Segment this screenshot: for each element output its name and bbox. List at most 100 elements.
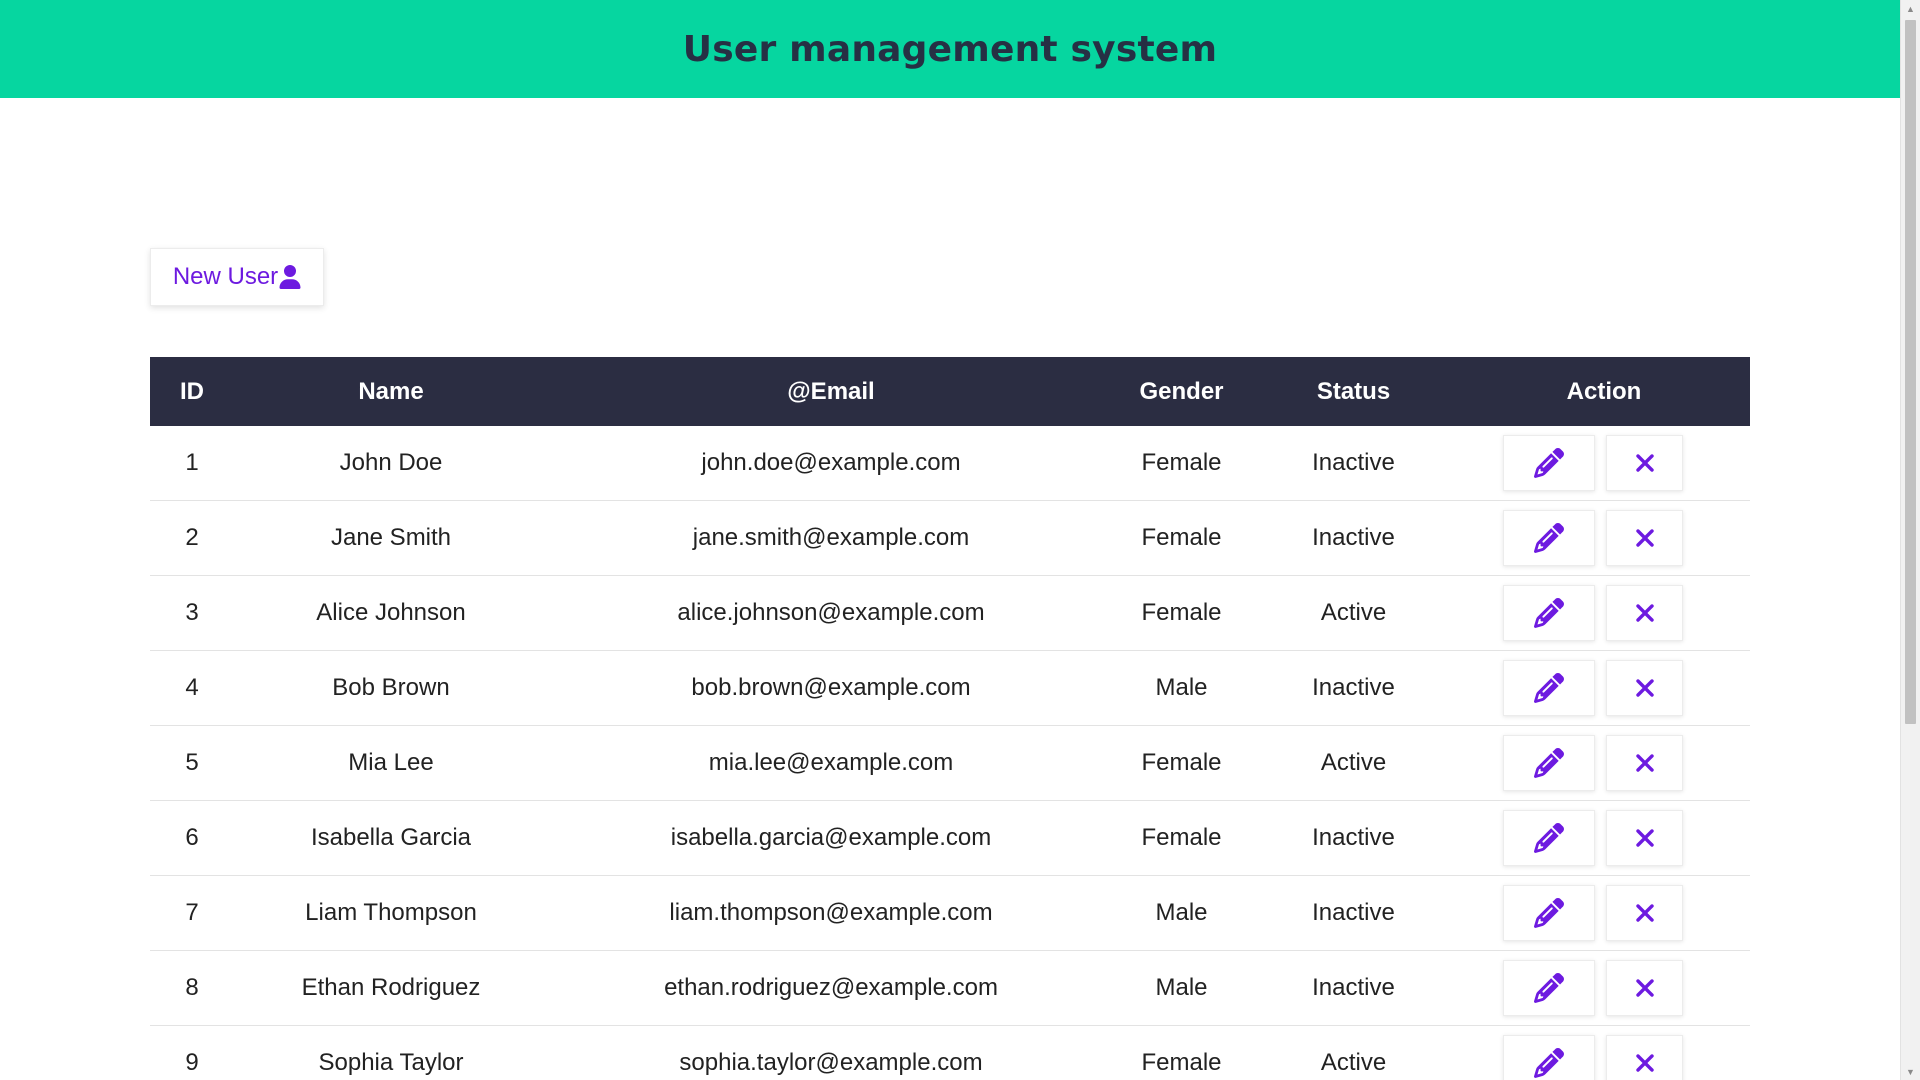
column-header-name: Name [358,377,424,405]
cell-action [1458,875,1750,951]
table-row: 4 Bob Brown bob.brown@example.com Male Inact… [150,650,1750,726]
table-row: 2 Jane Smith jane.smith@example.com Female I… [150,500,1750,576]
table-row: 9 Sophia Taylor sophia.taylor@example.com F… [150,1025,1750,1080]
vertical-scrollbar[interactable]: ▲ ▼ [1900,0,1920,1080]
cell-id: 5 [150,725,234,801]
edit-user-button[interactable] [1503,510,1595,566]
cell-id: 4 [150,650,234,726]
cell-gender: Female [1114,800,1249,876]
cell-id: 9 [150,1025,234,1080]
cell-gender: Female [1114,426,1249,501]
table-row: 6 Isabella Garcia isabella.garcia@example.… [150,800,1750,876]
cell-status: Inactive [1249,950,1458,1026]
row-actions [1458,960,1750,1016]
cell-action [1458,426,1750,501]
delete-user-button[interactable] [1606,810,1683,866]
close-icon [1635,904,1654,922]
table-row: 8 Ethan Rodriguez ethan.rodriguez@example.… [150,950,1750,1026]
cell-name: Ethan Rodriguez [234,950,548,1026]
cell-status: Inactive [1249,875,1458,951]
scroll-down-arrow-icon[interactable]: ▼ [1901,1063,1920,1080]
table-row: 3 Alice Johnson alice.johnson@example.com F… [150,575,1750,651]
cell-gender: Female [1114,500,1249,576]
delete-user-button[interactable] [1606,960,1683,1016]
cell-email: sophia.taylor@example.com [548,1025,1114,1080]
table-row: 1 John Doe john.doe@example.com Female Inact… [150,426,1750,501]
close-icon [1635,529,1654,547]
pencil-icon [1534,448,1564,478]
cell-name: Liam Thompson [234,875,548,951]
close-icon [1635,829,1654,847]
delete-user-button[interactable] [1606,510,1683,566]
scrollbar-thumb[interactable] [1905,20,1916,724]
cell-id: 7 [150,875,234,951]
new-user-button[interactable]: New User [150,248,324,306]
pencil-icon [1534,598,1564,628]
table-row: 7 Liam Thompson liam.thompson@example.com M… [150,875,1750,951]
cell-action [1458,1025,1750,1080]
user-icon [279,265,301,289]
cell-action [1458,725,1750,801]
cell-name: Alice Johnson [234,575,548,651]
pencil-icon [1534,823,1564,853]
cell-email: liam.thompson@example.com [548,875,1114,951]
edit-user-button[interactable] [1503,585,1595,641]
close-icon [1635,454,1654,472]
delete-user-button[interactable] [1606,435,1683,491]
cell-email: bob.brown@example.com [548,650,1114,726]
delete-user-button[interactable] [1606,735,1683,791]
close-icon [1635,979,1654,997]
edit-user-button[interactable] [1503,810,1595,866]
page-title: User management system [682,28,1218,70]
scroll-up-arrow-icon[interactable]: ▲ [1901,0,1920,17]
pencil-icon [1534,898,1564,928]
cell-id: 3 [150,575,234,651]
new-user-label: New User [172,263,279,290]
row-actions [1458,585,1750,641]
users-table-body: 1 John Doe john.doe@example.com Female Inact… [150,426,1750,1080]
cell-name: Mia Lee [234,725,548,801]
cell-gender: Male [1114,650,1249,726]
cell-name: John Doe [234,426,548,501]
cell-gender: Male [1114,950,1249,1026]
column-header-id: ID [180,377,204,405]
close-icon [1635,679,1654,697]
column-header-gender: Gender [1139,377,1224,405]
cell-action [1458,575,1750,651]
cell-id: 8 [150,950,234,1026]
cell-name: Bob Brown [234,650,548,726]
delete-user-button[interactable] [1606,885,1683,941]
cell-id: 2 [150,500,234,576]
cell-status: Inactive [1249,500,1458,576]
edit-user-button[interactable] [1503,960,1595,1016]
cell-gender: Male [1114,875,1249,951]
row-actions [1458,885,1750,941]
edit-user-button[interactable] [1503,1035,1595,1080]
cell-gender: Female [1114,575,1249,651]
cell-name: Isabella Garcia [234,800,548,876]
cell-email: jane.smith@example.com [548,500,1114,576]
delete-user-button[interactable] [1606,1035,1683,1080]
edit-user-button[interactable] [1503,735,1595,791]
edit-user-button[interactable] [1503,660,1595,716]
delete-user-button[interactable] [1606,660,1683,716]
row-actions [1458,735,1750,791]
pencil-icon [1534,673,1564,703]
edit-user-button[interactable] [1503,435,1595,491]
table-row: 5 Mia Lee mia.lee@example.com Female Active [150,725,1750,801]
pencil-icon [1534,748,1564,778]
cell-id: 6 [150,800,234,876]
table-header-row: ID Name @Email Gender Status Action [150,357,1750,426]
delete-user-button[interactable] [1606,585,1683,641]
cell-name: Sophia Taylor [234,1025,548,1080]
edit-user-button[interactable] [1503,885,1595,941]
pencil-icon [1534,523,1564,553]
page: User management system New User ID Name … [0,0,1920,1080]
cell-status: Active [1249,1025,1458,1080]
row-actions [1458,435,1750,491]
cell-id: 1 [150,426,234,501]
cell-action [1458,500,1750,576]
column-header-action: Action [1566,377,1642,405]
cell-status: Inactive [1249,650,1458,726]
cell-gender: Female [1114,725,1249,801]
